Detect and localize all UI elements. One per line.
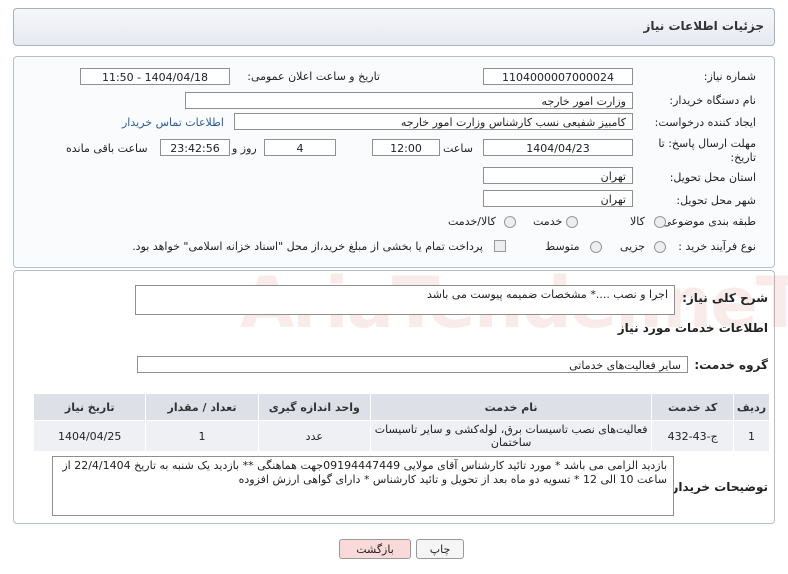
contact-info-link[interactable]: اطلاعات تماس خریدار [122,116,224,129]
back-button[interactable]: بازگشت [339,539,411,559]
services-table: ردیف کد خدمت نام خدمت واحد اندازه گیری ت… [32,393,770,452]
details-panel [13,56,775,268]
col-code: کد خدمت [651,393,735,421]
category-label: طبقه بندی موضوعی: [658,215,756,228]
col-date: تاریخ نیاز [32,393,147,421]
province-field: تهران [483,167,633,184]
col-qty: تعداد / مقدار [145,393,259,421]
radio-medium[interactable] [590,241,602,253]
city-label: شهر محل تحویل: [676,194,756,207]
deadline-label: مهلت ارسال پاسخ: تا [658,137,756,150]
need-number-field: 1104000007000024 [483,68,633,85]
radio-minor[interactable] [654,241,666,253]
need-number-label: شماره نیاز: [703,70,756,83]
creator-field: کامبیز شفیعی نسب کارشناس وزارت امور خارج… [234,113,633,130]
radio-medium-label: متوسط [545,240,580,253]
time-label: ساعت [443,142,473,155]
payment-note: پرداخت تمام یا بخشی از مبلغ خرید،از محل … [132,240,483,253]
cell-unit: عدد [257,420,371,452]
cell-qty: 1 [145,420,259,452]
col-row: ردیف [733,393,770,421]
cell-date: 1404/04/25 [32,420,147,452]
summary-field: اجرا و نصب ....* مشخصات ضمیمه پیوست می ب… [135,285,675,315]
table-header-row: ردیف کد خدمت نام خدمت واحد اندازه گیری ت… [32,393,770,421]
province-label: استان محل تحویل: [669,171,756,184]
radio-minor-label: جزیی [620,240,646,253]
page-title: جزئیات اطلاعات نیاز [643,19,764,33]
radio-goods-service-label: کالا/خدمت [448,215,496,228]
col-name: نام خدمت [369,393,653,421]
cell-name: فعالیت‌های نصب تاسیسات برق، لوله‌کشی و س… [369,420,653,452]
print-button[interactable]: چاپ [416,539,464,559]
deadline-label-2: تاریخ: [730,151,756,164]
buyer-field: وزارت امور خارجه [185,92,633,109]
buyer-label: نام دستگاه خریدار: [669,94,756,107]
buyer-notes-field: بازدید الزامی می باشد * مورد تائید کارشن… [52,456,674,516]
announce-field: 1404/04/18 - 11:50 [80,68,230,85]
days-label: روز و [232,142,257,155]
radio-service[interactable] [566,216,578,228]
deadline-date-field: 1404/04/23 [483,139,633,156]
cell-code: ج-43-432 [651,420,735,452]
summary-label: شرح کلی نیاز: [682,291,768,305]
radio-service-label: خدمت [533,215,563,228]
radio-goods-service[interactable] [504,216,516,228]
cell-row: 1 [733,420,770,452]
table-row: 1 ج-43-432 فعالیت‌های نصب تاسیسات برق، ل… [32,420,770,452]
radio-goods[interactable] [654,216,666,228]
service-group-field: سایر فعالیت‌های خدماتی [137,356,688,373]
remaining-label: ساعت باقی مانده [66,142,148,155]
radio-goods-label: کالا [630,215,645,228]
col-unit: واحد اندازه گیری [257,393,371,421]
announce-label: تاریخ و ساعت اعلان عمومی: [247,70,380,83]
days-field: 4 [264,139,336,156]
remaining-time-field: 23:42:56 [160,139,230,156]
city-field: تهران [483,190,633,207]
buyer-notes-label: توضیحات خریدار: [666,480,768,494]
header-bar: جزئیات اطلاعات نیاز [13,8,775,46]
service-group-label: گروه خدمت: [694,358,768,372]
services-section-title: اطلاعات خدمات مورد نیاز [617,321,768,335]
deadline-time-field: 12:00 [372,139,440,156]
treasury-checkbox[interactable] [494,240,506,252]
creator-label: ایجاد کننده درخواست: [654,116,756,129]
process-label: نوع فرآیند خرید : [678,240,756,253]
